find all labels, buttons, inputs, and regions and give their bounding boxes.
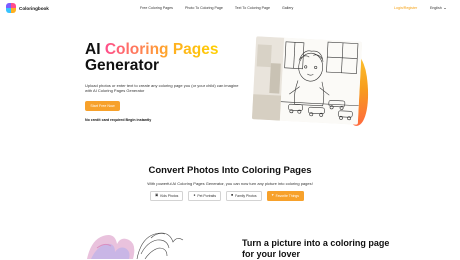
logo-icon [6, 3, 16, 13]
category-tabs: ▣ Kids Photos ● Pet Portraits ■ Family P… [150, 191, 304, 201]
tab-label: Kids Photos [160, 194, 179, 198]
paw-icon: ● [193, 193, 196, 198]
main-nav: Free Coloring Pages Photo To Coloring Pa… [140, 6, 293, 10]
image-icon: ▣ [155, 193, 159, 198]
nav-text-to-coloring-page[interactable]: Text To Coloring Page [235, 6, 270, 10]
heart-icon: ♥ [271, 193, 274, 198]
nav-photo-to-coloring-page[interactable]: Photo To Coloring Page [185, 6, 223, 10]
convert-section-title: Convert Photos Into Coloring Pages [148, 165, 312, 176]
convert-section-description: With powerful AI Coloring Pages Generato… [147, 181, 313, 186]
hero-sample-image [251, 36, 363, 125]
hero-title-highlight: Coloring Pages [104, 41, 219, 58]
brand-name: Coloringbook [19, 5, 49, 11]
camera-icon: ■ [231, 193, 234, 198]
language-selector[interactable]: English [430, 6, 446, 10]
hero-description: Upload photos or enter text to create an… [85, 83, 239, 94]
hero-title: AI Coloring Pages Generator [85, 42, 245, 74]
tab-kids-photos[interactable]: ▣ Kids Photos [150, 191, 184, 201]
nav-gallery[interactable]: Gallery [282, 6, 293, 10]
hero-title-part1: AI [85, 41, 105, 58]
site-header: Coloringbook Free Coloring Pages Photo T… [0, 0, 460, 17]
lover-section-title: Turn a picture into a coloring page for … [242, 238, 390, 259]
tab-family-photos[interactable]: ■ Family Photos [226, 191, 262, 201]
tab-label: Favorite Things [275, 194, 299, 198]
chevron-down-icon [443, 7, 446, 9]
brand-logo[interactable]: Coloringbook [6, 3, 49, 13]
login-register-link[interactable]: Login/Register [394, 6, 417, 10]
hero-title-part2: Generator [85, 57, 160, 74]
no-credit-card-note: No credit card required Begin instantly [85, 118, 152, 122]
start-free-button[interactable]: Start Free Now [85, 101, 120, 111]
tab-pet-portraits[interactable]: ● Pet Portraits [188, 191, 222, 201]
language-label: English [430, 6, 442, 10]
cupcake-sample-image [85, 226, 187, 259]
tab-label: Pet Portraits [197, 194, 217, 198]
nav-free-coloring-pages[interactable]: Free Coloring Pages [140, 6, 173, 10]
tab-favorite-things[interactable]: ♥ Favorite Things [266, 191, 304, 201]
tab-label: Family Photos [235, 194, 257, 198]
